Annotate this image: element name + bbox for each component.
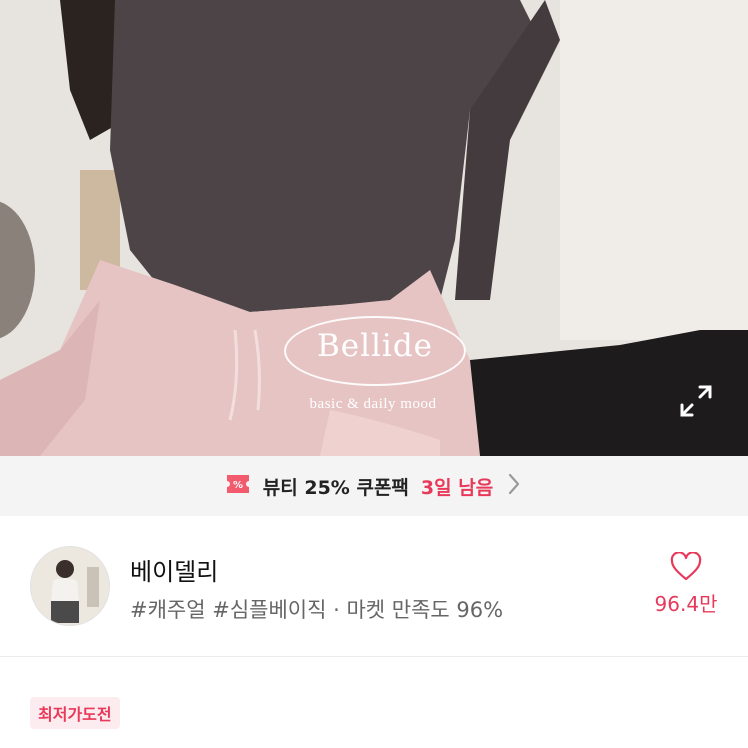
- coupon-icon: %: [225, 473, 251, 499]
- store-avatar[interactable]: [30, 546, 110, 626]
- store-info: 베이델리 #캐주얼 #심플베이직 · 마켓 만족도 96% 96.4만: [0, 516, 748, 657]
- store-name[interactable]: 베이델리: [130, 552, 218, 587]
- brand-logo-text: Bellide: [316, 328, 434, 364]
- store-tags: #캐주얼 #심플베이직 · 마켓 만족도 96%: [130, 598, 504, 622]
- like-button[interactable]: 96.4만: [648, 552, 724, 622]
- coupon-banner[interactable]: % 뷰티 25% 쿠폰팩 3일 남음: [0, 456, 748, 516]
- brand-logo: Bellide: [284, 316, 466, 388]
- like-count: 96.4만: [654, 592, 718, 616]
- coupon-time-left: 3일 남음: [420, 476, 494, 499]
- coupon-label: 뷰티 25% 쿠폰팩: [262, 476, 409, 499]
- avatar-photo: [31, 547, 109, 625]
- svg-text:%: %: [233, 480, 243, 491]
- lowest-price-badge: 최저가도전: [30, 697, 120, 729]
- chevron-right-icon: [505, 471, 523, 501]
- expand-icon[interactable]: [678, 383, 714, 419]
- brand-tagline: basic & daily mood: [309, 396, 437, 412]
- product-image[interactable]: Bellide basic & daily mood: [0, 0, 748, 456]
- heart-outline-icon: [648, 552, 724, 582]
